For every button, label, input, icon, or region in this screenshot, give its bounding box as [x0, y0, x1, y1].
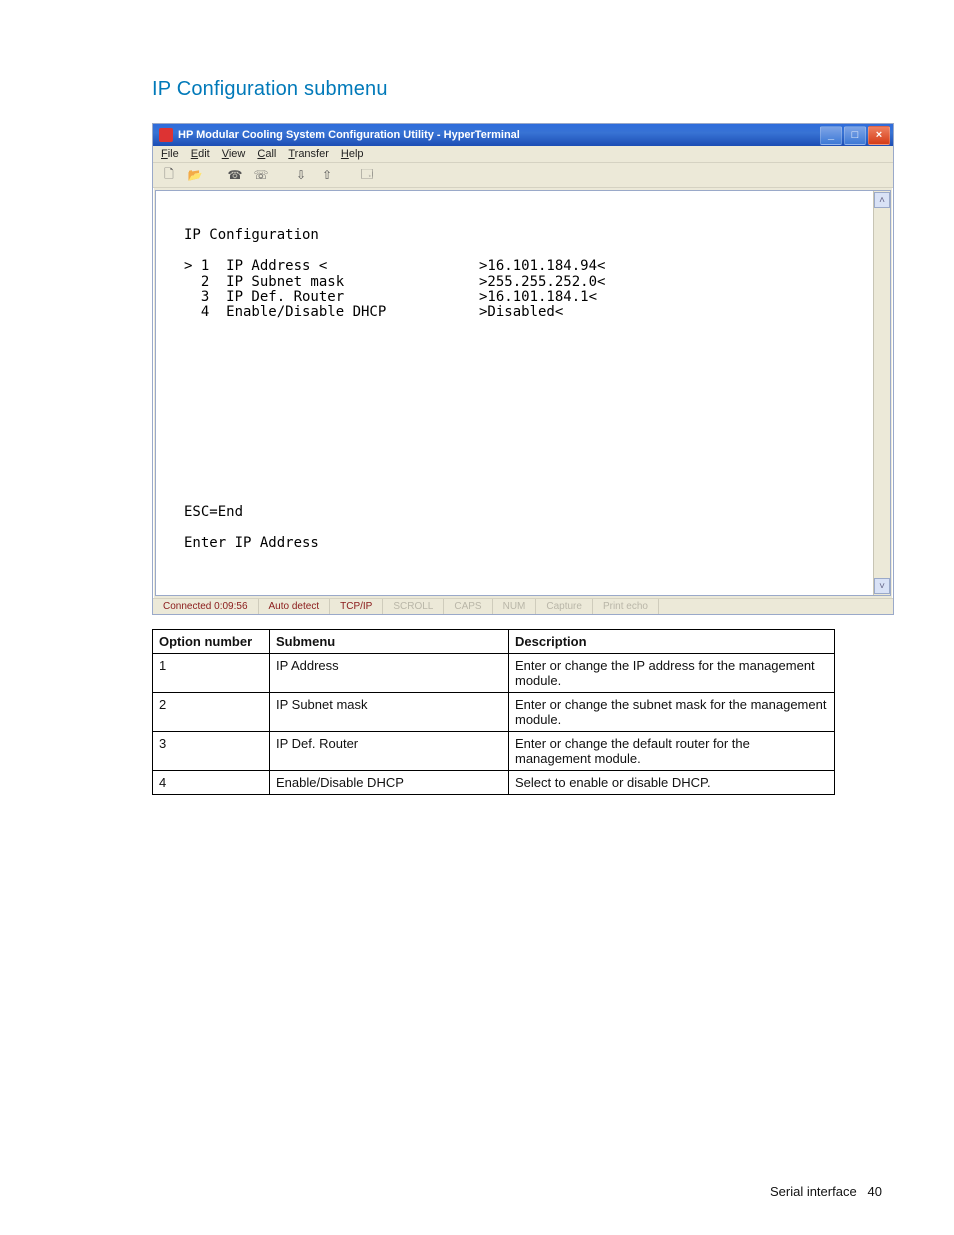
cell-option-number: 3 [153, 732, 270, 771]
scroll-down-icon[interactable]: ˅ [874, 578, 890, 594]
table-header-row: Option number Submenu Description [153, 630, 835, 654]
status-capture: Capture [536, 599, 593, 614]
send-icon[interactable]: ⇩ [291, 166, 311, 184]
cell-option-number: 4 [153, 771, 270, 795]
status-num: NUM [493, 599, 537, 614]
page-heading: IP Configuration submenu [152, 78, 894, 101]
table-row: 3IP Def. RouterEnter or change the defau… [153, 732, 835, 771]
col-option-number: Option number [153, 630, 270, 654]
page-footer: Serial interface 40 [770, 1184, 882, 1199]
cell-submenu: IP Subnet mask [270, 693, 509, 732]
footer-section: Serial interface [770, 1184, 857, 1199]
window-buttons: _ □ × [820, 126, 890, 145]
table-row: 1IP AddressEnter or change the IP addres… [153, 654, 835, 693]
status-caps: CAPS [444, 599, 492, 614]
status-protocol: TCP/IP [330, 599, 383, 614]
scroll-up-icon[interactable]: ˄ [874, 192, 890, 208]
connect-icon[interactable]: ☎ [225, 166, 245, 184]
new-icon[interactable]: 🗋 [159, 166, 179, 184]
terminal-area: IP Configuration > 1 IP Address < >16.10… [155, 190, 891, 596]
maximize-button[interactable]: □ [844, 126, 866, 145]
app-icon [159, 128, 173, 142]
menu-edit[interactable]: Edit [191, 148, 210, 160]
table-row: 2IP Subnet maskEnter or change the subne… [153, 693, 835, 732]
minimize-button[interactable]: _ [820, 126, 842, 145]
vertical-scrollbar[interactable]: ˄ ˅ [873, 191, 890, 595]
window-title: HP Modular Cooling System Configuration … [178, 129, 820, 141]
cell-submenu: IP Def. Router [270, 732, 509, 771]
status-detect: Auto detect [259, 599, 331, 614]
cell-option-number: 1 [153, 654, 270, 693]
properties-icon[interactable]: 🗔 [357, 166, 377, 184]
toolbar: 🗋 📂 ☎ ☏ ⇩ ⇧ 🗔 [153, 163, 893, 188]
menu-help[interactable]: Help [341, 148, 364, 160]
status-connection: Connected 0:09:56 [153, 599, 259, 614]
page: IP Configuration submenu HP Modular Cool… [0, 0, 954, 1235]
menu-transfer[interactable]: Transfer [288, 148, 329, 160]
col-submenu: Submenu [270, 630, 509, 654]
cell-submenu: IP Address [270, 654, 509, 693]
menubar: File Edit View Call Transfer Help [153, 146, 893, 163]
menu-file[interactable]: File [161, 148, 179, 160]
menu-call[interactable]: Call [257, 148, 276, 160]
cell-submenu: Enable/Disable DHCP [270, 771, 509, 795]
close-button[interactable]: × [868, 126, 890, 145]
footer-page: 40 [868, 1184, 882, 1199]
cell-description: Enter or change the subnet mask for the … [509, 693, 835, 732]
cell-description: Select to enable or disable DHCP. [509, 771, 835, 795]
options-table: Option number Submenu Description 1IP Ad… [152, 629, 835, 795]
open-icon[interactable]: 📂 [185, 166, 205, 184]
menu-view[interactable]: View [222, 148, 246, 160]
status-scroll: SCROLL [383, 599, 444, 614]
hyperterminal-window: HP Modular Cooling System Configuration … [152, 123, 894, 615]
receive-icon[interactable]: ⇧ [317, 166, 337, 184]
cell-description: Enter or change the default router for t… [509, 732, 835, 771]
disconnect-icon[interactable]: ☏ [251, 166, 271, 184]
window-titlebar: HP Modular Cooling System Configuration … [153, 124, 893, 146]
cell-option-number: 2 [153, 693, 270, 732]
cell-description: Enter or change the IP address for the m… [509, 654, 835, 693]
statusbar: Connected 0:09:56 Auto detect TCP/IP SCR… [153, 598, 893, 614]
status-printecho: Print echo [593, 599, 659, 614]
table-row: 4Enable/Disable DHCPSelect to enable or … [153, 771, 835, 795]
terminal-text: IP Configuration > 1 IP Address < >16.10… [156, 191, 890, 595]
col-description: Description [509, 630, 835, 654]
